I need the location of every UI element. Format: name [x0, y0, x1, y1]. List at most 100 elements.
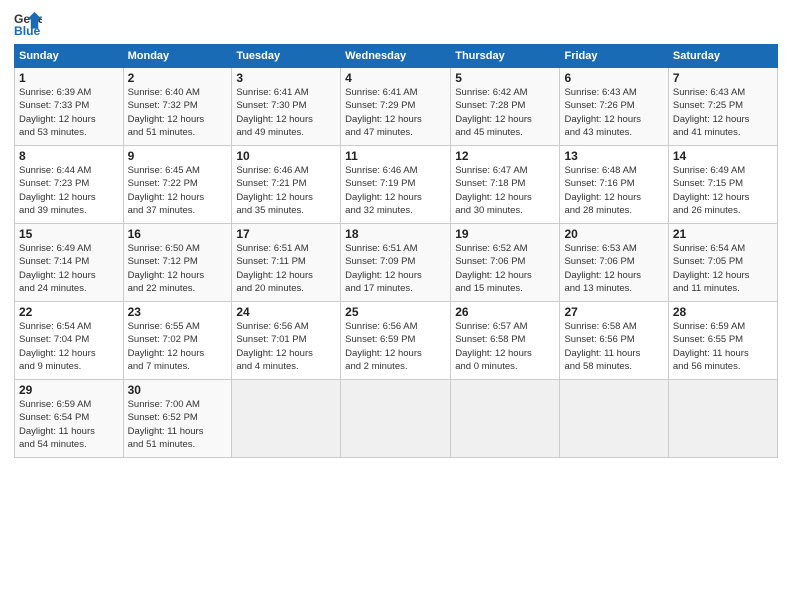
day-info: Sunrise: 6:50 AMSunset: 7:12 PMDaylight:…	[128, 242, 228, 295]
calendar-cell: 17Sunrise: 6:51 AMSunset: 7:11 PMDayligh…	[232, 224, 341, 302]
day-info: Sunrise: 6:49 AMSunset: 7:14 PMDaylight:…	[19, 242, 119, 295]
calendar-cell: 27Sunrise: 6:58 AMSunset: 6:56 PMDayligh…	[560, 302, 668, 380]
calendar-cell: 26Sunrise: 6:57 AMSunset: 6:58 PMDayligh…	[451, 302, 560, 380]
day-info: Sunrise: 6:53 AMSunset: 7:06 PMDaylight:…	[564, 242, 663, 295]
day-number: 9	[128, 149, 228, 163]
week-row-2: 15Sunrise: 6:49 AMSunset: 7:14 PMDayligh…	[15, 224, 778, 302]
day-number: 27	[564, 305, 663, 319]
day-number: 15	[19, 227, 119, 241]
col-header-thursday: Thursday	[451, 45, 560, 68]
day-info: Sunrise: 6:46 AMSunset: 7:19 PMDaylight:…	[345, 164, 446, 217]
calendar-cell	[668, 380, 777, 458]
day-number: 23	[128, 305, 228, 319]
day-info: Sunrise: 7:00 AMSunset: 6:52 PMDaylight:…	[128, 398, 228, 451]
day-number: 19	[455, 227, 555, 241]
day-number: 8	[19, 149, 119, 163]
page-container: General Blue SundayMondayTuesdayWednesda…	[0, 0, 792, 468]
calendar-cell: 10Sunrise: 6:46 AMSunset: 7:21 PMDayligh…	[232, 146, 341, 224]
day-info: Sunrise: 6:44 AMSunset: 7:23 PMDaylight:…	[19, 164, 119, 217]
column-headers: SundayMondayTuesdayWednesdayThursdayFrid…	[15, 45, 778, 68]
day-info: Sunrise: 6:51 AMSunset: 7:09 PMDaylight:…	[345, 242, 446, 295]
calendar-cell	[232, 380, 341, 458]
day-info: Sunrise: 6:47 AMSunset: 7:18 PMDaylight:…	[455, 164, 555, 217]
calendar-cell: 6Sunrise: 6:43 AMSunset: 7:26 PMDaylight…	[560, 68, 668, 146]
calendar-cell: 1Sunrise: 6:39 AMSunset: 7:33 PMDaylight…	[15, 68, 124, 146]
day-info: Sunrise: 6:52 AMSunset: 7:06 PMDaylight:…	[455, 242, 555, 295]
day-info: Sunrise: 6:39 AMSunset: 7:33 PMDaylight:…	[19, 86, 119, 139]
calendar-cell: 22Sunrise: 6:54 AMSunset: 7:04 PMDayligh…	[15, 302, 124, 380]
calendar-cell: 28Sunrise: 6:59 AMSunset: 6:55 PMDayligh…	[668, 302, 777, 380]
day-info: Sunrise: 6:58 AMSunset: 6:56 PMDaylight:…	[564, 320, 663, 373]
calendar-cell: 29Sunrise: 6:59 AMSunset: 6:54 PMDayligh…	[15, 380, 124, 458]
col-header-saturday: Saturday	[668, 45, 777, 68]
day-info: Sunrise: 6:54 AMSunset: 7:05 PMDaylight:…	[673, 242, 773, 295]
day-number: 14	[673, 149, 773, 163]
calendar-cell: 14Sunrise: 6:49 AMSunset: 7:15 PMDayligh…	[668, 146, 777, 224]
calendar-body: 1Sunrise: 6:39 AMSunset: 7:33 PMDaylight…	[15, 68, 778, 458]
day-number: 21	[673, 227, 773, 241]
day-number: 30	[128, 383, 228, 397]
day-info: Sunrise: 6:57 AMSunset: 6:58 PMDaylight:…	[455, 320, 555, 373]
col-header-monday: Monday	[123, 45, 232, 68]
day-number: 18	[345, 227, 446, 241]
calendar-cell: 21Sunrise: 6:54 AMSunset: 7:05 PMDayligh…	[668, 224, 777, 302]
calendar-cell	[451, 380, 560, 458]
week-row-4: 29Sunrise: 6:59 AMSunset: 6:54 PMDayligh…	[15, 380, 778, 458]
day-info: Sunrise: 6:48 AMSunset: 7:16 PMDaylight:…	[564, 164, 663, 217]
calendar-cell: 15Sunrise: 6:49 AMSunset: 7:14 PMDayligh…	[15, 224, 124, 302]
day-number: 6	[564, 71, 663, 85]
day-info: Sunrise: 6:59 AMSunset: 6:54 PMDaylight:…	[19, 398, 119, 451]
day-number: 5	[455, 71, 555, 85]
day-info: Sunrise: 6:49 AMSunset: 7:15 PMDaylight:…	[673, 164, 773, 217]
day-info: Sunrise: 6:55 AMSunset: 7:02 PMDaylight:…	[128, 320, 228, 373]
day-number: 26	[455, 305, 555, 319]
col-header-sunday: Sunday	[15, 45, 124, 68]
calendar-cell: 5Sunrise: 6:42 AMSunset: 7:28 PMDaylight…	[451, 68, 560, 146]
day-number: 10	[236, 149, 336, 163]
calendar-cell: 25Sunrise: 6:56 AMSunset: 6:59 PMDayligh…	[341, 302, 451, 380]
logo-icon: General Blue	[14, 10, 42, 38]
calendar-cell	[560, 380, 668, 458]
day-info: Sunrise: 6:40 AMSunset: 7:32 PMDaylight:…	[128, 86, 228, 139]
day-number: 3	[236, 71, 336, 85]
week-row-1: 8Sunrise: 6:44 AMSunset: 7:23 PMDaylight…	[15, 146, 778, 224]
calendar-cell: 11Sunrise: 6:46 AMSunset: 7:19 PMDayligh…	[341, 146, 451, 224]
logo: General Blue	[14, 10, 42, 38]
day-info: Sunrise: 6:54 AMSunset: 7:04 PMDaylight:…	[19, 320, 119, 373]
calendar-cell	[341, 380, 451, 458]
day-number: 11	[345, 149, 446, 163]
day-info: Sunrise: 6:51 AMSunset: 7:11 PMDaylight:…	[236, 242, 336, 295]
calendar-cell: 8Sunrise: 6:44 AMSunset: 7:23 PMDaylight…	[15, 146, 124, 224]
day-info: Sunrise: 6:45 AMSunset: 7:22 PMDaylight:…	[128, 164, 228, 217]
col-header-tuesday: Tuesday	[232, 45, 341, 68]
calendar-cell: 13Sunrise: 6:48 AMSunset: 7:16 PMDayligh…	[560, 146, 668, 224]
calendar-cell: 20Sunrise: 6:53 AMSunset: 7:06 PMDayligh…	[560, 224, 668, 302]
day-number: 1	[19, 71, 119, 85]
week-row-3: 22Sunrise: 6:54 AMSunset: 7:04 PMDayligh…	[15, 302, 778, 380]
day-number: 4	[345, 71, 446, 85]
calendar-cell: 24Sunrise: 6:56 AMSunset: 7:01 PMDayligh…	[232, 302, 341, 380]
col-header-friday: Friday	[560, 45, 668, 68]
day-info: Sunrise: 6:56 AMSunset: 6:59 PMDaylight:…	[345, 320, 446, 373]
day-number: 22	[19, 305, 119, 319]
calendar-cell: 12Sunrise: 6:47 AMSunset: 7:18 PMDayligh…	[451, 146, 560, 224]
day-number: 28	[673, 305, 773, 319]
day-number: 25	[345, 305, 446, 319]
calendar-table: SundayMondayTuesdayWednesdayThursdayFrid…	[14, 44, 778, 458]
day-number: 2	[128, 71, 228, 85]
header: General Blue	[14, 10, 778, 38]
calendar-cell: 18Sunrise: 6:51 AMSunset: 7:09 PMDayligh…	[341, 224, 451, 302]
day-number: 20	[564, 227, 663, 241]
day-info: Sunrise: 6:59 AMSunset: 6:55 PMDaylight:…	[673, 320, 773, 373]
day-info: Sunrise: 6:41 AMSunset: 7:30 PMDaylight:…	[236, 86, 336, 139]
day-number: 16	[128, 227, 228, 241]
calendar-cell: 16Sunrise: 6:50 AMSunset: 7:12 PMDayligh…	[123, 224, 232, 302]
day-info: Sunrise: 6:46 AMSunset: 7:21 PMDaylight:…	[236, 164, 336, 217]
day-number: 13	[564, 149, 663, 163]
day-info: Sunrise: 6:43 AMSunset: 7:25 PMDaylight:…	[673, 86, 773, 139]
day-number: 17	[236, 227, 336, 241]
day-info: Sunrise: 6:43 AMSunset: 7:26 PMDaylight:…	[564, 86, 663, 139]
day-info: Sunrise: 6:56 AMSunset: 7:01 PMDaylight:…	[236, 320, 336, 373]
day-number: 12	[455, 149, 555, 163]
day-info: Sunrise: 6:41 AMSunset: 7:29 PMDaylight:…	[345, 86, 446, 139]
